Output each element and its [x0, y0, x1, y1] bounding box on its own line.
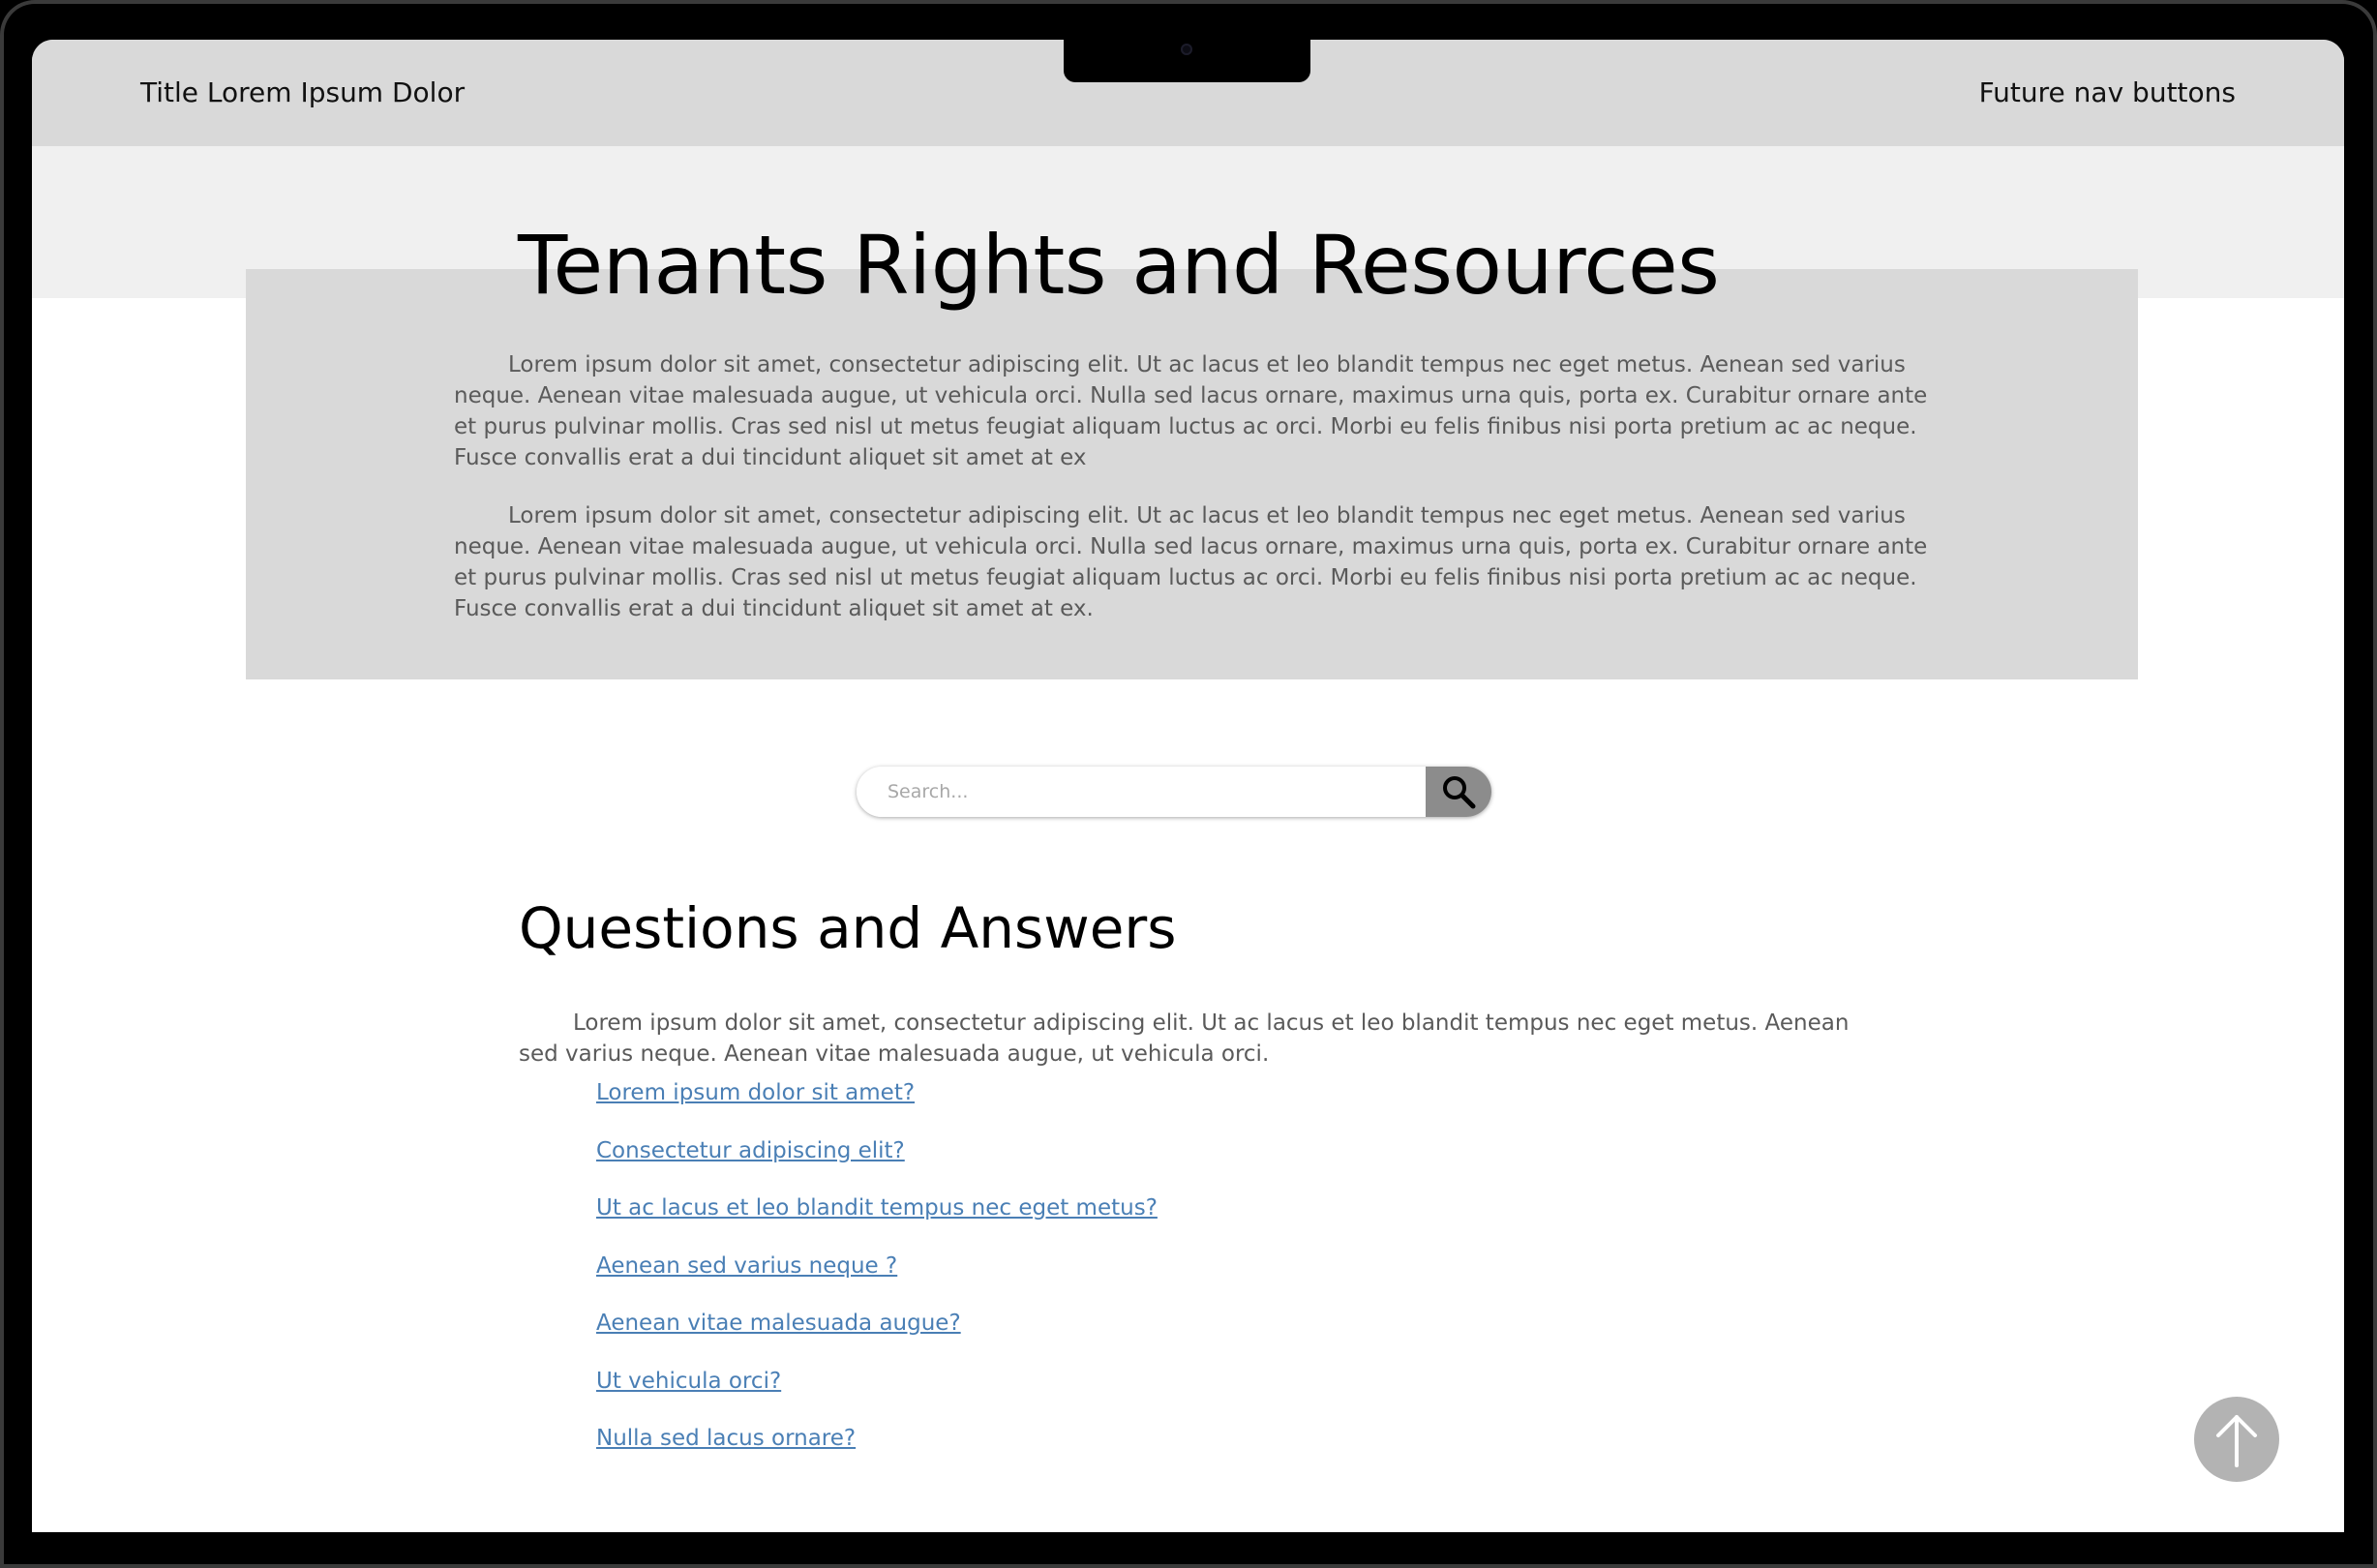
browser-viewport: Title Lorem Ipsum Dolor Future nav butto…: [32, 40, 2344, 1532]
qa-link[interactable]: Nulla sed lacus ornare?: [596, 1426, 856, 1451]
list-item: Aenean sed varius neque ?: [596, 1251, 1158, 1309]
qa-link[interactable]: Ut ac lacus et leo blandit tempus nec eg…: [596, 1195, 1158, 1221]
intro-paragraph: Lorem ipsum dolor sit amet, consectetur …: [454, 503, 1928, 621]
qa-link-list: Lorem ipsum dolor sit amet? Consectetur …: [596, 1077, 1158, 1481]
qa-link[interactable]: Aenean vitae malesuada augue?: [596, 1311, 961, 1336]
search-button[interactable]: [1426, 767, 1491, 817]
intro-paragraph: Lorem ipsum dolor sit amet, consectetur …: [454, 352, 1928, 470]
list-item: Nulla sed lacus ornare?: [596, 1423, 1158, 1481]
qa-heading: Questions and Answers: [519, 895, 1177, 961]
list-item: Aenean vitae malesuada augue?: [596, 1308, 1158, 1366]
list-item: Lorem ipsum dolor sit amet?: [596, 1077, 1158, 1135]
list-item: Ut vehicula orci?: [596, 1366, 1158, 1424]
intro-text: Lorem ipsum dolor sit amet, consectetur …: [454, 349, 1941, 651]
search-input[interactable]: [857, 767, 1428, 817]
camera-icon: [1181, 44, 1192, 55]
page-title: Tenants Rights and Resources: [518, 218, 1720, 313]
camera-notch: [1064, 40, 1310, 82]
qa-link[interactable]: Ut vehicula orci?: [596, 1369, 781, 1394]
qa-link[interactable]: Aenean sed varius neque ?: [596, 1253, 897, 1279]
laptop-frame: Title Lorem Ipsum Dolor Future nav butto…: [0, 0, 2377, 1568]
qa-intro-text: Lorem ipsum dolor sit amet, consectetur …: [519, 1010, 1850, 1067]
nav-placeholder[interactable]: Future nav buttons: [1979, 76, 2236, 108]
list-item: Ut ac lacus et leo blandit tempus nec eg…: [596, 1192, 1158, 1251]
arrow-up-icon: [2216, 1415, 2257, 1467]
site-title[interactable]: Title Lorem Ipsum Dolor: [140, 76, 465, 108]
qa-link[interactable]: Lorem ipsum dolor sit amet?: [596, 1080, 915, 1105]
qa-link[interactable]: Consectetur adipiscing elit?: [596, 1138, 905, 1163]
search-bar: [857, 767, 1491, 817]
search-icon: [1443, 776, 1476, 809]
back-to-top-button[interactable]: [2194, 1397, 2279, 1482]
list-item: Consectetur adipiscing elit?: [596, 1135, 1158, 1193]
